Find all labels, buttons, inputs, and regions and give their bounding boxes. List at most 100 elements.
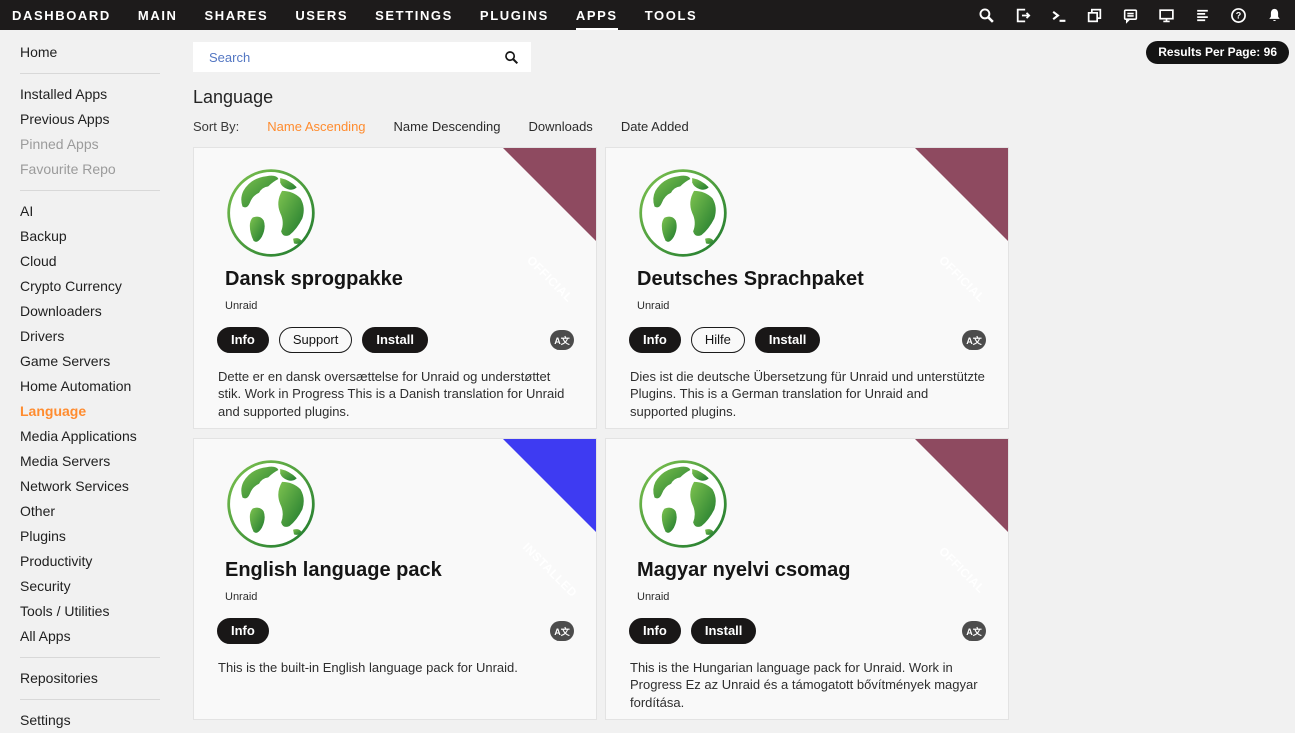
sidebar-divider [20, 699, 160, 700]
notifications-bell-icon[interactable] [1266, 7, 1283, 24]
sidebar-item-repositories[interactable]: Repositories [20, 666, 185, 691]
official-ribbon: OFFICIAL [915, 439, 1008, 532]
sidebar-divider [20, 190, 160, 191]
sidebar-item-installed-apps[interactable]: Installed Apps [20, 82, 185, 107]
app-actions: Info Support Install A文 [217, 327, 574, 353]
nav-item-tools[interactable]: TOOLS [645, 0, 698, 30]
search-box[interactable] [193, 42, 531, 72]
app-card[interactable]: INSTALLED English language pack Unraid [193, 438, 597, 720]
official-ribbon: OFFICIAL [915, 148, 1008, 241]
nav-item-plugins[interactable]: PLUGINS [480, 0, 549, 30]
sidebar-item-media-servers[interactable]: Media Servers [20, 449, 185, 474]
info-button[interactable]: Info [217, 618, 269, 644]
app-title: Dansk sprogpakke [225, 268, 574, 291]
app-description: Dette er en dansk oversættelse for Unrai… [218, 368, 574, 420]
sidebar-item-ai[interactable]: AI [20, 199, 185, 224]
app-card-grid: OFFICIAL Dansk sprogpakke Unraid Info [193, 147, 1295, 720]
top-nav-menu: DASHBOARD MAIN SHARES USERS SETTINGS PLU… [12, 0, 697, 30]
sidebar-item-cloud[interactable]: Cloud [20, 249, 185, 274]
sort-option-downloads[interactable]: Downloads [528, 119, 592, 134]
monitor-icon[interactable] [1158, 7, 1175, 24]
logout-icon[interactable] [1014, 7, 1031, 24]
app-description: This is the built-in English language pa… [218, 659, 574, 676]
globe-app-icon [225, 167, 317, 259]
sidebar-item-backup[interactable]: Backup [20, 224, 185, 249]
sidebar-item-crypto-currency[interactable]: Crypto Currency [20, 274, 185, 299]
top-nav: DASHBOARD MAIN SHARES USERS SETTINGS PLU… [0, 0, 1295, 30]
sidebar-item-home[interactable]: Home [20, 40, 185, 65]
app-card[interactable]: OFFICIAL Dansk sprogpakke Unraid Info [193, 147, 597, 429]
sidebar-item-plugins[interactable]: Plugins [20, 524, 185, 549]
main-content: Results Per Page: 96 Language Sort By: N… [193, 30, 1295, 726]
installed-ribbon: INSTALLED [503, 439, 596, 532]
nav-item-shares[interactable]: SHARES [205, 0, 269, 30]
globe-app-icon [637, 167, 729, 259]
sidebar-item-game-servers[interactable]: Game Servers [20, 349, 185, 374]
sidebar-divider [20, 657, 160, 658]
install-button[interactable]: Install [755, 327, 821, 353]
translate-icon: A文 [962, 621, 986, 641]
sidebar-item-drivers[interactable]: Drivers [20, 324, 185, 349]
sidebar-item-productivity[interactable]: Productivity [20, 549, 185, 574]
sidebar-item-all-apps[interactable]: All Apps [20, 624, 185, 649]
globe-app-icon [225, 458, 317, 550]
info-button[interactable]: Info [217, 327, 269, 353]
nav-item-dashboard[interactable]: DASHBOARD [12, 0, 111, 30]
info-button[interactable]: Info [629, 618, 681, 644]
results-per-page-badge[interactable]: Results Per Page: 96 [1146, 41, 1289, 64]
sidebar-item-previous-apps[interactable]: Previous Apps [20, 107, 185, 132]
log-icon[interactable] [1194, 7, 1211, 24]
translate-icon: A文 [550, 621, 574, 641]
search-input[interactable] [207, 49, 504, 66]
sort-option-name-descending[interactable]: Name Descending [394, 119, 501, 134]
svg-text:?: ? [1236, 10, 1242, 20]
sidebar-item-pinned-apps: Pinned Apps [20, 132, 185, 157]
official-ribbon: OFFICIAL [503, 148, 596, 241]
app-title: Magyar nyelvi csomag [637, 559, 986, 582]
sidebar-item-network-services[interactable]: Network Services [20, 474, 185, 499]
sidebar-item-security[interactable]: Security [20, 574, 185, 599]
sort-option-date-added[interactable]: Date Added [621, 119, 689, 134]
search-icon[interactable] [504, 50, 519, 65]
translate-icon: A文 [550, 330, 574, 350]
app-actions: Info Hilfe Install A文 [629, 327, 986, 353]
app-title: Deutsches Sprachpaket [637, 268, 986, 291]
search-icon[interactable] [978, 7, 995, 24]
app-author: Unraid [225, 300, 574, 312]
info-button[interactable]: Info [629, 327, 681, 353]
translate-icon: A文 [962, 330, 986, 350]
sidebar-item-tools-utilities[interactable]: Tools / Utilities [20, 599, 185, 624]
sidebar-item-home-automation[interactable]: Home Automation [20, 374, 185, 399]
nav-item-apps[interactable]: APPS [576, 0, 618, 30]
app-description: Dies ist die deutsche Übersetzung für Un… [630, 368, 986, 420]
sidebar-item-other[interactable]: Other [20, 499, 185, 524]
app-actions: Info Install A文 [629, 618, 986, 644]
app-card[interactable]: OFFICIAL Deutsches Sprachpaket Unraid [605, 147, 1009, 429]
feedback-icon[interactable] [1122, 7, 1139, 24]
hilfe-button[interactable]: Hilfe [691, 327, 745, 353]
app-card[interactable]: OFFICIAL Magyar nyelvi csomag Unraid [605, 438, 1009, 720]
copy-icon[interactable] [1086, 7, 1103, 24]
app-author: Unraid [225, 591, 574, 603]
sidebar-item-downloaders[interactable]: Downloaders [20, 299, 185, 324]
sort-option-name-ascending[interactable]: Name Ascending [267, 119, 365, 134]
nav-item-users[interactable]: USERS [295, 0, 348, 30]
page-title: Language [193, 87, 1295, 108]
install-button[interactable]: Install [691, 618, 757, 644]
sort-bar: Sort By: Name Ascending Name Descending … [193, 119, 1295, 134]
install-button[interactable]: Install [362, 327, 428, 353]
nav-item-settings[interactable]: SETTINGS [375, 0, 453, 30]
terminal-icon[interactable] [1050, 7, 1067, 24]
app-description: This is the Hungarian language pack for … [630, 659, 986, 711]
support-button[interactable]: Support [279, 327, 353, 353]
top-nav-icons: ? [978, 0, 1283, 30]
app-actions: Info A文 [217, 618, 574, 644]
page-body: Home Installed Apps Previous Apps Pinned… [0, 30, 1295, 726]
sidebar-item-media-applications[interactable]: Media Applications [20, 424, 185, 449]
help-icon[interactable]: ? [1230, 7, 1247, 24]
sidebar-divider [20, 73, 160, 74]
sidebar-item-language[interactable]: Language [20, 399, 185, 424]
app-author: Unraid [637, 591, 986, 603]
sidebar-item-settings[interactable]: Settings [20, 708, 185, 733]
nav-item-main[interactable]: MAIN [138, 0, 178, 30]
